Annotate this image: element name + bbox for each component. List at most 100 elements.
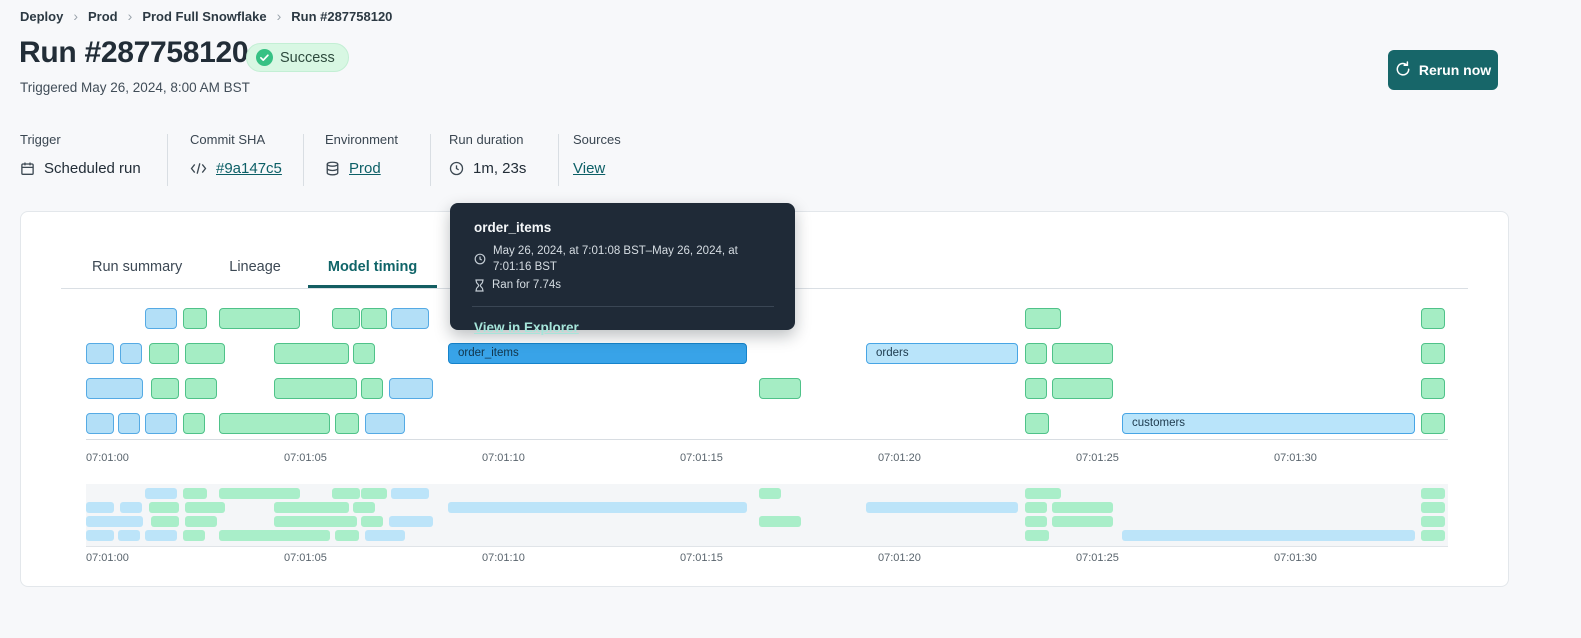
tooltip-duration: Ran for 7.74s (492, 279, 562, 291)
gantt-bar[interactable] (145, 413, 177, 434)
meta-divider (558, 134, 559, 186)
gantt-bar[interactable] (1421, 378, 1445, 399)
gantt-bar[interactable] (1421, 343, 1445, 364)
axis-tick-label: 07:01:05 (284, 552, 327, 564)
gantt-bar[interactable] (1052, 378, 1113, 399)
gantt-bar[interactable] (183, 413, 205, 434)
gantt-bar[interactable] (219, 308, 300, 329)
meta-label-commit-sha: Commit SHA (190, 132, 266, 147)
gantt-bar[interactable] (151, 378, 179, 399)
tooltip-model-name: order_items (474, 220, 552, 235)
gantt-bar[interactable] (118, 413, 140, 434)
overview-bar (1025, 502, 1047, 513)
calendar-icon (20, 161, 35, 176)
gantt-bar[interactable] (353, 343, 375, 364)
gantt-bar[interactable] (86, 343, 114, 364)
gantt-bar[interactable] (86, 378, 143, 399)
overview-bar (86, 516, 143, 527)
gantt-bar[interactable] (1025, 343, 1047, 364)
overview-bar (120, 502, 142, 513)
meta-column-trigger: Trigger Scheduled run (20, 132, 141, 177)
overview-bar (361, 488, 387, 499)
meta-link-commit-sha[interactable]: #9a147c5 (216, 160, 282, 177)
gantt-bar[interactable] (365, 413, 405, 434)
breadcrumb-item-deploy[interactable]: Deploy (20, 9, 63, 24)
gantt-bar[interactable] (1025, 378, 1047, 399)
gantt-bar[interactable] (1025, 308, 1061, 329)
axis-tick-label: 07:01:20 (878, 552, 921, 564)
gantt-bar[interactable] (389, 378, 433, 399)
gantt-bar[interactable] (185, 343, 225, 364)
gantt-bar[interactable] (183, 308, 207, 329)
meta-link-sources[interactable]: View (573, 160, 605, 177)
overview-bar (274, 502, 349, 513)
gantt-bar[interactable] (391, 308, 429, 329)
overview-bar (759, 516, 801, 527)
gantt-bar-customers[interactable]: customers (1122, 413, 1415, 434)
overview-bar (1421, 502, 1445, 513)
tab-model-timing[interactable]: Model timing (307, 247, 438, 288)
breadcrumb-separator: › (127, 8, 133, 24)
overview-bar (86, 502, 114, 513)
gantt-bar[interactable] (149, 343, 179, 364)
gantt-bar[interactable] (1025, 413, 1049, 434)
meta-value-row: View (573, 160, 605, 177)
overview-bar (86, 530, 114, 541)
axis-tick-label: 07:01:25 (1076, 552, 1119, 564)
gantt-bar-orders[interactable]: orders (866, 343, 1018, 364)
breadcrumb-item-prod-full-snowflake[interactable]: Prod Full Snowflake (142, 9, 266, 24)
gantt-bar[interactable] (185, 378, 217, 399)
overview-bar (389, 516, 433, 527)
gantt-bar[interactable] (1421, 413, 1445, 434)
overview-bar (391, 488, 429, 499)
tab-lineage[interactable]: Lineage (209, 247, 301, 288)
overview-bar (183, 488, 207, 499)
gantt-bar[interactable] (759, 378, 801, 399)
meta-column-sources: Sources View (573, 132, 621, 177)
breadcrumb-separator: › (73, 8, 79, 24)
overview-bar (448, 502, 747, 513)
overview-bar (1025, 488, 1061, 499)
axis-tick-label: 07:01:00 (86, 452, 129, 464)
meta-label-trigger: Trigger (20, 132, 61, 147)
gantt-bar[interactable] (361, 378, 383, 399)
gantt-bar[interactable] (335, 413, 359, 434)
overview-bar (1052, 516, 1113, 527)
overview-bar (185, 516, 217, 527)
axis-tick-label: 07:01:05 (284, 452, 327, 464)
overview-bar (1421, 516, 1445, 527)
overview-bar (151, 516, 179, 527)
gantt-bar[interactable] (86, 413, 114, 434)
tab-run-summary[interactable]: Run summary (72, 247, 202, 288)
axis-tick-label: 07:01:15 (680, 452, 723, 464)
gantt-bar[interactable] (332, 308, 360, 329)
rerun-now-button[interactable]: Rerun now (1388, 50, 1498, 90)
breadcrumb-item-run-287758120: Run #287758120 (291, 8, 393, 24)
gantt-bar[interactable] (1421, 308, 1445, 329)
refresh-icon (1395, 60, 1411, 80)
check-circle-icon (256, 49, 273, 66)
gantt-bar[interactable] (274, 378, 357, 399)
tooltip-divider (472, 306, 774, 307)
gantt-bar[interactable] (1052, 343, 1113, 364)
gantt-bar[interactable] (219, 413, 330, 434)
overview-bar (1421, 488, 1445, 499)
meta-column-environment: Environment Prod (325, 132, 398, 177)
breadcrumb-item-prod[interactable]: Prod (88, 9, 118, 24)
meta-value-row: #9a147c5 (190, 160, 282, 177)
meta-label-run-duration: Run duration (449, 132, 524, 147)
view-in-explorer-link[interactable]: View in Explorer (474, 320, 579, 335)
gantt-bar[interactable] (361, 308, 387, 329)
axis-tick-label: 07:01:30 (1274, 452, 1317, 464)
overview-bar (149, 502, 179, 513)
timeline-overview-brush[interactable] (86, 484, 1448, 547)
gantt-bar[interactable] (120, 343, 142, 364)
overview-bar (353, 502, 375, 513)
clock-icon (474, 253, 486, 265)
gantt-bar[interactable] (145, 308, 177, 329)
gantt-bar[interactable] (274, 343, 349, 364)
axis-tick-label: 07:01:10 (482, 452, 525, 464)
meta-divider (303, 134, 304, 186)
meta-link-environment[interactable]: Prod (349, 160, 381, 177)
gantt-bar-order-items[interactable]: order_items (448, 343, 747, 364)
